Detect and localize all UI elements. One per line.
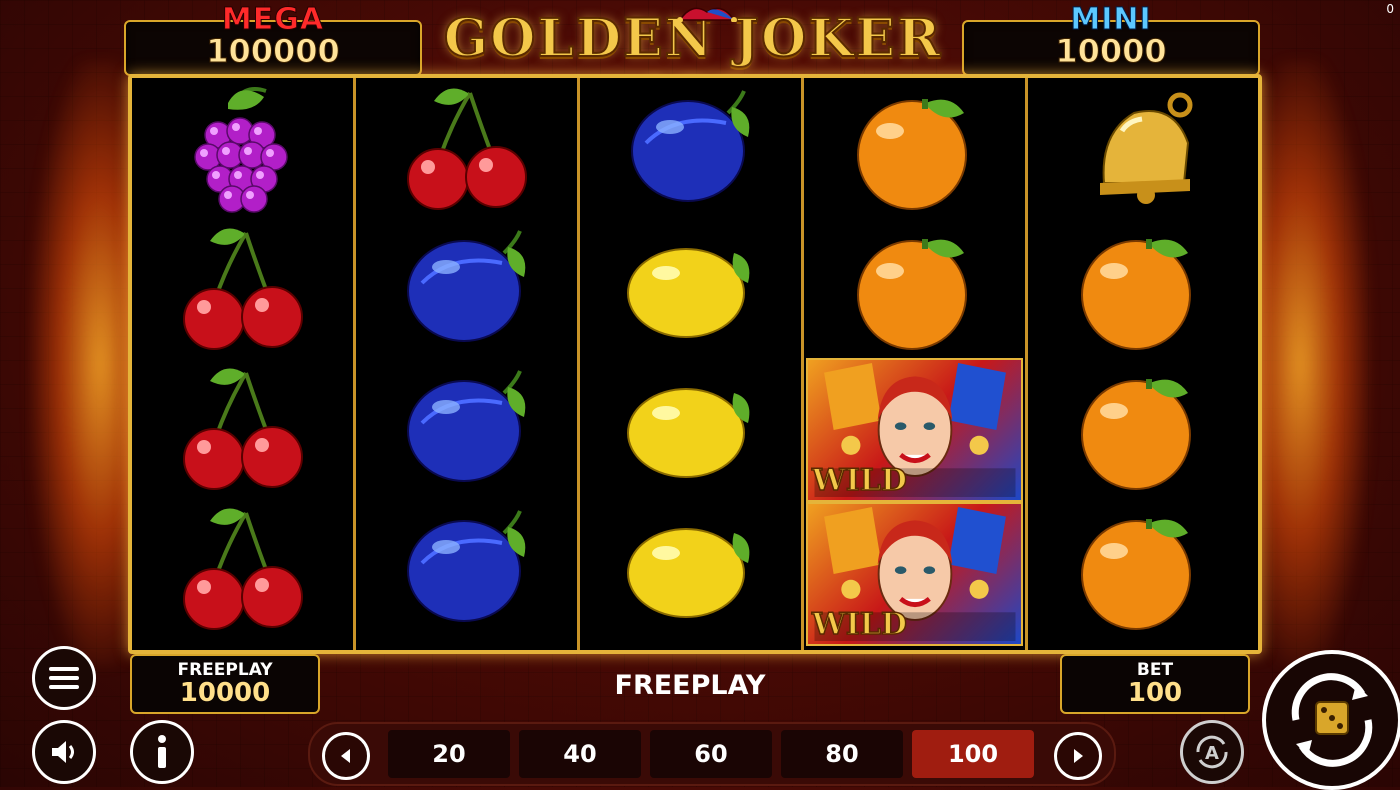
symbol-plum (580, 78, 801, 218)
status-message: FREEPLAY (614, 670, 766, 701)
plum-icon (630, 90, 749, 202)
arrow-left-icon (341, 749, 350, 763)
symbol-plum (356, 498, 577, 638)
game-logo: GOLDEN JOKER 100 (428, 7, 958, 131)
bet-selector: 20 40 60 80 100 (308, 722, 1116, 786)
jester-hat-icon (677, 7, 737, 22)
bet-option-100[interactable]: 100 (912, 730, 1034, 778)
cherries-icon (182, 228, 303, 350)
symbol-lemon (580, 358, 801, 498)
info-icon (158, 735, 166, 768)
corner-counter: 0 (1386, 2, 1394, 16)
cherries-icon (406, 88, 527, 210)
sound-button[interactable] (32, 720, 96, 784)
menu-button[interactable] (32, 646, 96, 710)
symbol-bell (1028, 78, 1249, 218)
spin-icon (1291, 673, 1373, 767)
symbol-orange (1028, 218, 1249, 358)
reels-grid: WILD WILD (128, 74, 1262, 654)
cherries-icon (182, 368, 303, 490)
symbol-grapes (132, 78, 353, 218)
grapes-icon (193, 87, 288, 213)
freeplay-balance: FREEPLAY 10000 (130, 654, 320, 714)
reel-2 (356, 78, 580, 650)
orange-icon (1080, 519, 1191, 630)
mega-jackpot: MEGA 100000 (124, 2, 422, 76)
bet-label: BET (1136, 660, 1174, 680)
reel-1 (132, 78, 356, 650)
bet-value: 100 (1127, 678, 1183, 708)
lemon-icon (626, 248, 749, 338)
spin-button[interactable] (1262, 650, 1400, 790)
info-button[interactable] (130, 720, 194, 784)
symbol-lemon (580, 218, 801, 358)
symbol-orange (804, 78, 1025, 218)
symbol-cherries (132, 218, 353, 358)
symbol-cherries (356, 78, 577, 218)
bet-option-60[interactable]: 60 (650, 730, 772, 778)
plum-icon (406, 370, 525, 482)
freeplay-label: FREEPLAY (177, 660, 273, 680)
plum-icon (406, 230, 525, 342)
bet-decrease-button[interactable] (322, 732, 370, 780)
plum-icon (406, 510, 525, 622)
reel-4: WILD WILD (804, 78, 1028, 650)
orange-icon (856, 99, 967, 210)
symbol-wild: WILD (806, 358, 1023, 502)
orange-icon (1080, 239, 1191, 350)
wild-label: WILD (811, 462, 907, 499)
bet-option-80[interactable]: 80 (781, 730, 903, 778)
bet-display: BET 100 (1060, 654, 1250, 714)
reel-3 (580, 78, 804, 650)
mini-jackpot-value: 10000 (1055, 32, 1167, 71)
mini-jackpot: MINI 10000 (962, 2, 1260, 76)
reel-5 (1028, 78, 1249, 650)
autoplay-button[interactable]: A (1180, 720, 1244, 784)
menu-icon (49, 667, 79, 689)
symbol-cherries (132, 358, 353, 498)
speaker-icon (52, 741, 74, 763)
svg-text:A: A (1205, 743, 1219, 764)
symbol-wild: WILD (806, 502, 1023, 646)
symbol-orange (1028, 498, 1249, 638)
symbol-orange (804, 218, 1025, 358)
bet-increase-button[interactable] (1054, 732, 1102, 780)
orange-icon (856, 239, 967, 350)
bet-option-20[interactable]: 20 (388, 730, 510, 778)
lemon-icon (626, 528, 749, 618)
symbol-plum (356, 218, 577, 358)
lemon-icon (626, 388, 749, 478)
bet-option-40[interactable]: 40 (519, 730, 641, 778)
symbol-orange (1028, 358, 1249, 498)
mega-jackpot-value: 100000 (206, 32, 341, 71)
symbol-plum (356, 358, 577, 498)
arrow-right-icon (1074, 749, 1083, 763)
wild-label: WILD (811, 606, 907, 643)
cherries-icon (182, 508, 303, 630)
autoplay-icon: A (1196, 735, 1228, 769)
symbol-lemon (580, 498, 801, 638)
orange-icon (1080, 379, 1191, 490)
symbol-cherries (132, 498, 353, 638)
freeplay-value: 10000 (179, 678, 271, 708)
bell-icon (1099, 92, 1192, 204)
